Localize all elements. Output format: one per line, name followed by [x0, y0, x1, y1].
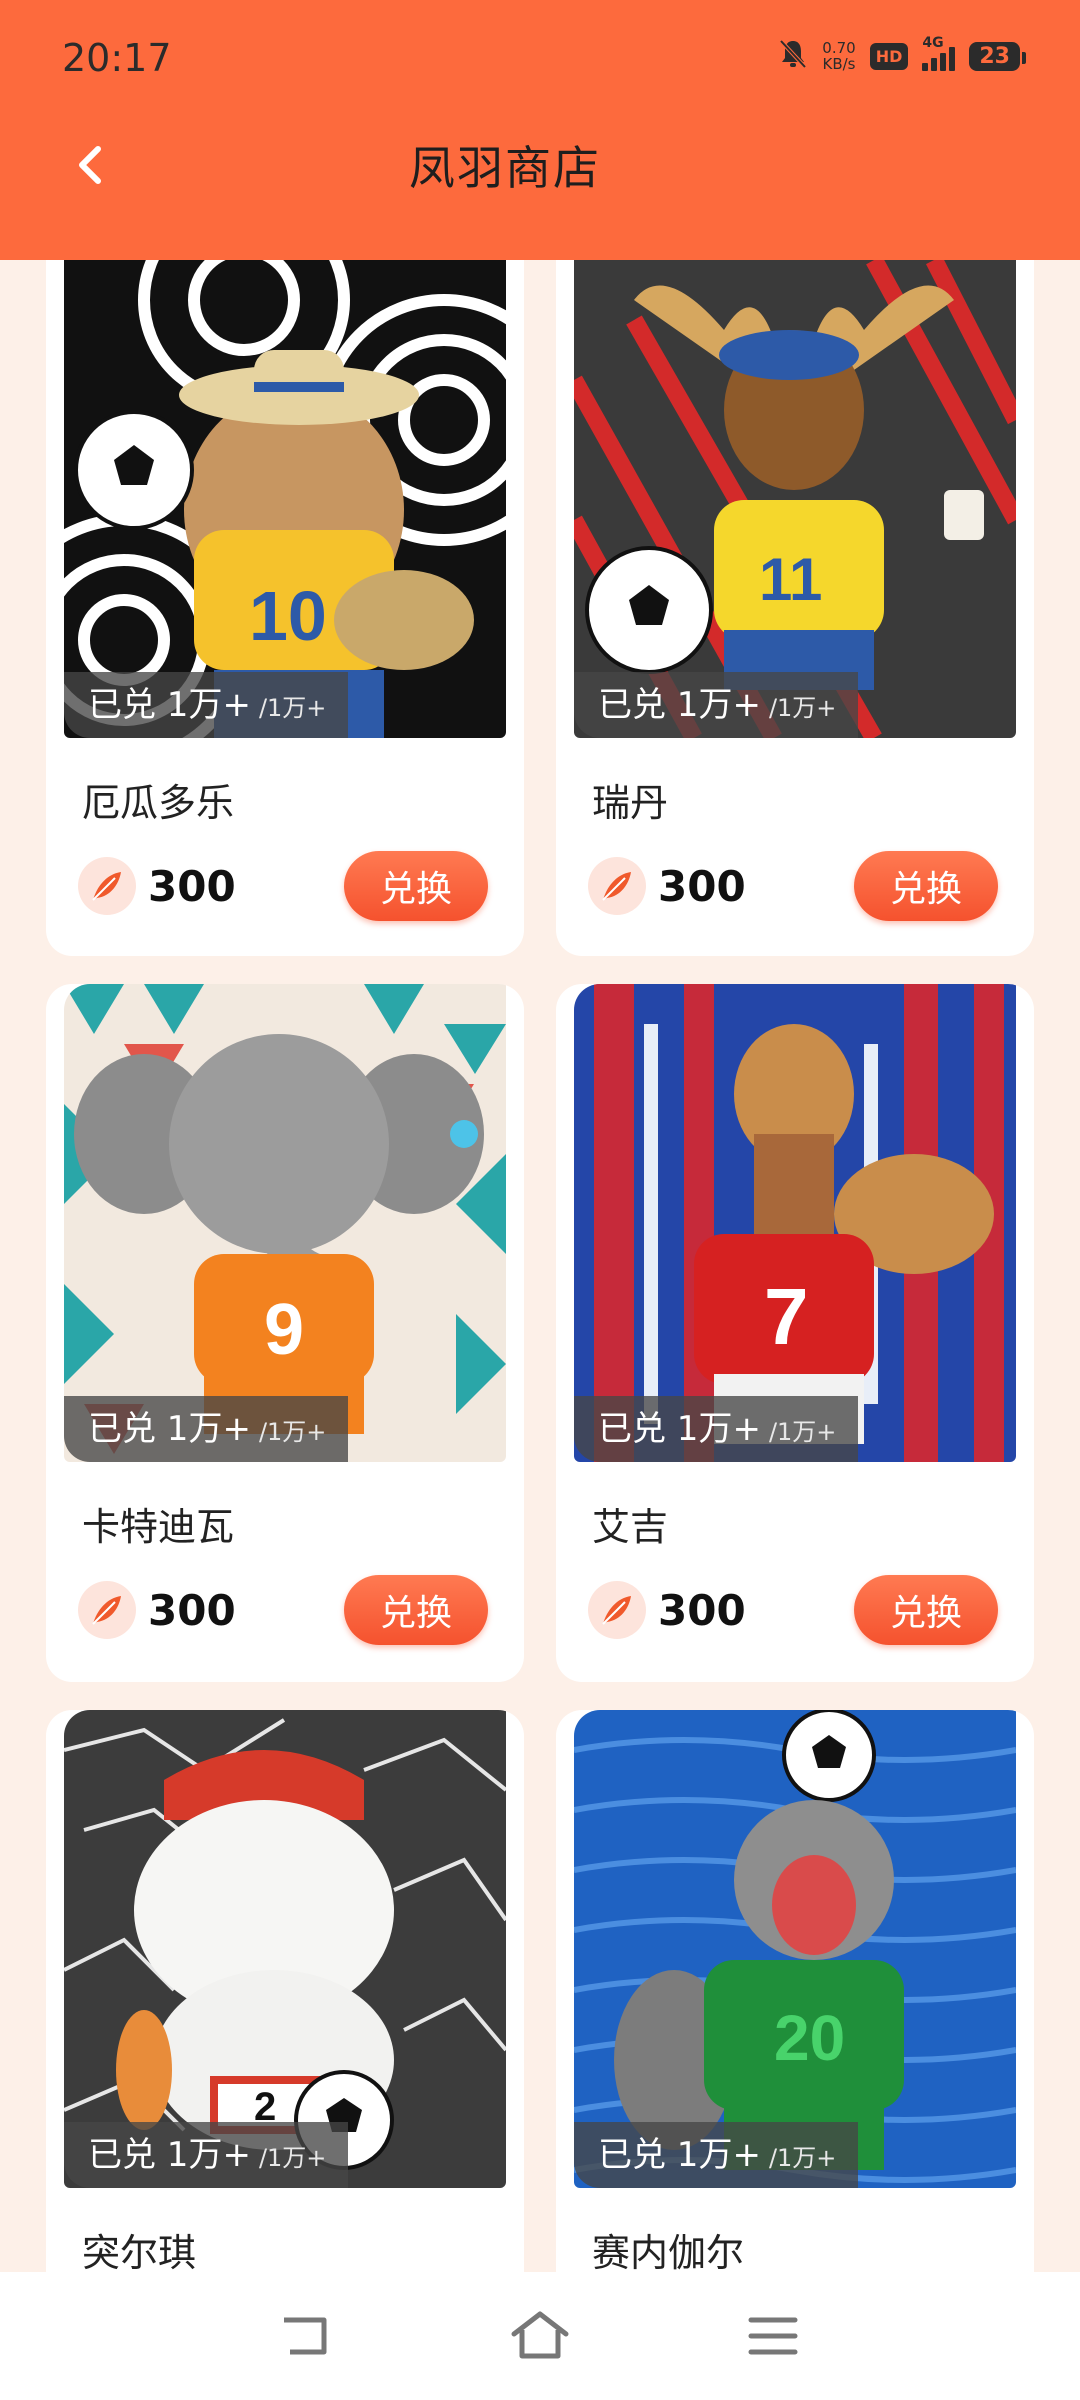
redeemed-count: 已兑 1万+	[88, 1409, 251, 1449]
redeemed-total: /1万+	[768, 694, 837, 722]
product-card[interactable]: 9 已兑 1万+/1万+ 卡特迪瓦 300 兑换	[46, 984, 524, 1682]
mute-bell-icon	[778, 38, 808, 74]
price-row: 300 兑换	[78, 846, 488, 926]
price-row: 300 兑换	[588, 1570, 998, 1650]
network-type: 4G	[922, 35, 944, 51]
feather-coin-icon	[78, 857, 136, 915]
redeemed-total: /1万+	[768, 2144, 837, 2172]
product-name: 卡特迪瓦	[82, 1505, 235, 1549]
product-name: 突尔琪	[82, 2231, 197, 2275]
product-name: 瑞丹	[592, 781, 669, 825]
nav-back-button[interactable]	[267, 2296, 347, 2376]
product-name: 赛内伽尔	[592, 2231, 745, 2275]
redeemed-count: 已兑 1万+	[88, 685, 251, 725]
net-speed-unit: KB/s	[822, 55, 856, 73]
redeemed-count: 已兑 1万+	[598, 1409, 761, 1449]
back-icon	[283, 2317, 327, 2355]
price: 300	[588, 1581, 746, 1639]
redeemed-badge: 已兑 1万+/1万+	[574, 672, 859, 738]
feather-coin-icon	[588, 1581, 646, 1639]
price-value: 300	[148, 1585, 236, 1635]
price-value: 300	[148, 861, 236, 911]
battery-icon: 23	[969, 41, 1026, 71]
product-image: 2 已兑 1万+/1万+	[64, 1710, 506, 2188]
product-card[interactable]: 11 已兑 1万+/1万+ 瑞丹 300 兑换	[556, 260, 1034, 956]
product-image: 7 已兑 1万+/1万+	[574, 984, 1016, 1462]
net-speed: 0.70 KB/s	[822, 40, 855, 72]
status-time: 20:17	[62, 36, 172, 80]
nav-home-button[interactable]	[500, 2296, 580, 2376]
redeemed-badge: 已兑 1万+/1万+	[574, 2122, 859, 2188]
nav-menu-button[interactable]	[733, 2296, 813, 2376]
svg-text:9: 9	[264, 1290, 304, 1370]
menu-icon	[748, 2317, 798, 2355]
feather-coin-icon	[588, 857, 646, 915]
product-card[interactable]: 10 已兑 1万+/1万+ 厄瓜多乐 300 兑换	[46, 260, 524, 956]
svg-text:20: 20	[774, 2002, 845, 2074]
redeemed-badge: 已兑 1万+/1万+	[64, 1396, 349, 1462]
redeemed-total: /1万+	[258, 694, 327, 722]
product-grid: 10 已兑 1万+/1万+ 厄瓜多乐 300 兑换 11 已兑 1万+ /1万+…	[46, 260, 1034, 2400]
redeemed-total: /1万+	[258, 2144, 327, 2172]
price-row: 300 兑换	[78, 1570, 488, 1650]
product-name: 厄瓜多乐	[82, 781, 235, 825]
exchange-button[interactable]: 兑换	[854, 1575, 998, 1645]
price-value: 300	[658, 861, 746, 911]
feather-coin-icon	[78, 1581, 136, 1639]
status-icons: 0.70 KB/s HD 4G 23	[778, 35, 1026, 76]
redeemed-total: /1万+	[258, 1418, 327, 1446]
product-image: 11 已兑 1万+/1万+	[574, 260, 1016, 738]
redeemed-total: /1万+	[768, 1418, 837, 1446]
redeemed-count: 已兑 1万+	[598, 685, 761, 725]
page-title: 凤羽商店	[409, 141, 601, 195]
exchange-button[interactable]: 兑换	[854, 851, 998, 921]
exchange-button[interactable]: 兑换	[344, 851, 488, 921]
hd-badge: HD	[869, 42, 909, 70]
status-bar: 20:17 0.70 KB/s HD 4G 23	[0, 0, 1080, 110]
svg-text:7: 7	[764, 1272, 809, 1361]
system-nav-bar	[0, 2272, 1080, 2400]
redeemed-badge: 已兑 1万+/1万+	[574, 1396, 859, 1462]
price: 300	[78, 1581, 236, 1639]
product-image: 9 已兑 1万+/1万+	[64, 984, 506, 1462]
price-row: 300 兑换	[588, 846, 998, 926]
price: 300	[78, 857, 236, 915]
redeemed-badge: 已兑 1万+/1万+	[64, 672, 349, 738]
product-image: 10 已兑 1万+/1万+	[64, 260, 506, 738]
net-speed-value: 0.70	[822, 39, 856, 57]
price: 300	[588, 857, 746, 915]
svg-text:11: 11	[759, 546, 822, 613]
redeemed-badge: 已兑 1万+/1万+	[64, 2122, 349, 2188]
price-value: 300	[658, 1585, 746, 1635]
product-image: 20 已兑 1万+/1万+	[574, 1710, 1016, 2188]
jersey-number: 10	[249, 577, 327, 655]
app-header: 20:17 0.70 KB/s HD 4G 23 凤羽商店	[0, 0, 1080, 260]
signal-icon: 4G	[922, 35, 956, 71]
exchange-button[interactable]: 兑换	[344, 1575, 488, 1645]
home-icon	[511, 2311, 569, 2359]
product-name: 艾吉	[592, 1505, 669, 1549]
redeemed-count: 已兑 1万+	[88, 2135, 251, 2175]
product-card[interactable]: 7 已兑 1万+/1万+ 艾吉 300 兑换	[556, 984, 1034, 1682]
redeemed-count: 已兑 1万+	[598, 2135, 761, 2175]
